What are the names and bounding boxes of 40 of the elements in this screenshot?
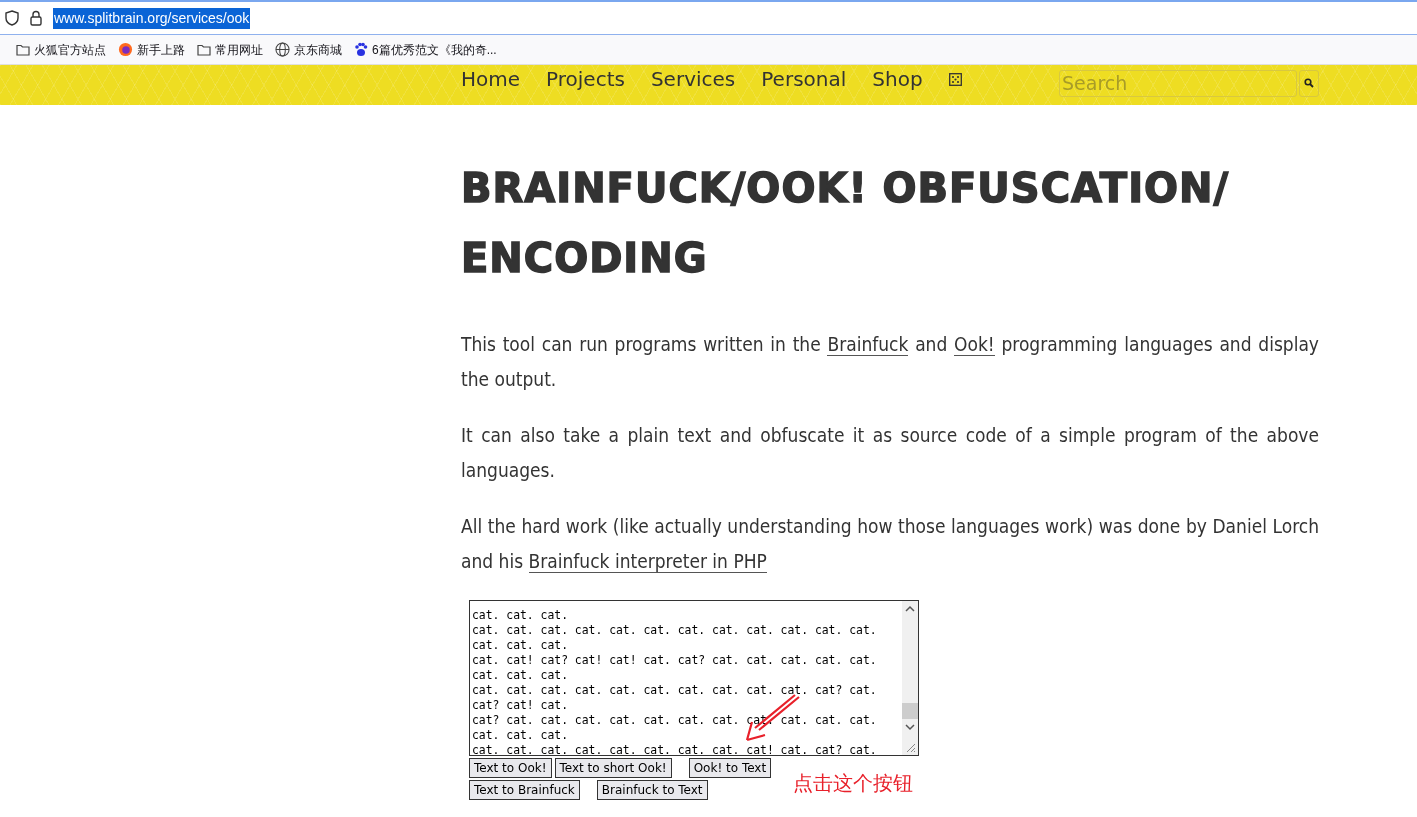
bookmark-item[interactable]: 常用网址: [197, 40, 263, 59]
bookmark-item[interactable]: 火狐官方站点: [16, 40, 106, 59]
paragraph: This tool can run programs written in the Brainfuck and Ook! programming languages and display the output.: [461, 332, 1319, 392]
scroll-up-icon[interactable]: [905, 605, 915, 613]
dice-icon[interactable]: [948, 72, 962, 86]
lock-icon: [29, 10, 43, 26]
action-button[interactable]: Brainfuck to Text: [596, 780, 708, 800]
nav-link[interactable]: Personal: [761, 69, 847, 101]
text-link[interactable]: Brainfuck: [827, 333, 909, 356]
browser-logo-icon: [118, 42, 133, 57]
bookmark-item[interactable]: 6篇优秀范文《我的奇...: [354, 40, 497, 59]
action-button[interactable]: Ook! to Text: [688, 758, 772, 778]
nav-link[interactable]: Services: [650, 69, 736, 101]
folder-icon: [197, 43, 211, 56]
folder-icon: [16, 43, 30, 56]
text-link[interactable]: Brainfuck interpreter in PHP: [528, 550, 767, 573]
annotation-text: 点击这个按钮: [793, 770, 913, 797]
search-button[interactable]: [1299, 69, 1319, 97]
scrollbar[interactable]: [902, 601, 918, 755]
bookmark-item[interactable]: 新手上路: [118, 40, 185, 59]
search-field[interactable]: Search: [1059, 69, 1297, 97]
action-button[interactable]: Text to Ook!: [469, 758, 552, 778]
scroll-down-icon[interactable]: [905, 723, 915, 731]
action-button[interactable]: Text to Brainfuck: [469, 780, 580, 800]
globe-icon: [275, 42, 290, 57]
nav-link[interactable]: Home: [461, 69, 521, 101]
page-title: BRAINFUCK/OOK! OBFUSCATION/ ENCODING: [461, 164, 1231, 283]
action-button[interactable]: Text to short Ook!: [554, 758, 672, 778]
url-text[interactable]: www.splitbrain.org/services/ook: [53, 7, 251, 29]
nav-link[interactable]: Projects: [546, 69, 625, 101]
nav-link[interactable]: Shop: [872, 69, 923, 101]
shield-icon: [5, 10, 19, 26]
paragraph: All the hard work (like actually understanding how those languages work) was done by Daniel Lorch and his Brainfuck interpreter in PHP: [461, 514, 1319, 575]
scroll-thumb[interactable]: [902, 703, 918, 719]
paw-icon: [354, 42, 368, 57]
text-link[interactable]: Ook!: [954, 333, 995, 356]
search-icon: [1304, 78, 1314, 88]
resize-grip-icon[interactable]: [904, 741, 916, 753]
bookmark-item[interactable]: 京东商城: [275, 40, 342, 59]
paragraph: It can also take a plain text and obfuscate it as source code of a simple program of the above languages.: [461, 423, 1319, 483]
